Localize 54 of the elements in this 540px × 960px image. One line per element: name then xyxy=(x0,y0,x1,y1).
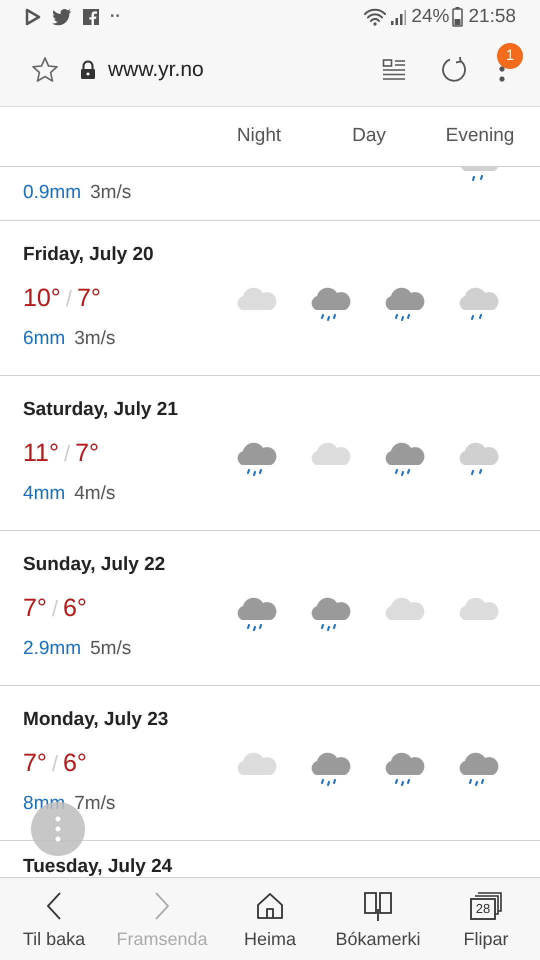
high-temperature: 11° xyxy=(23,438,59,468)
precipitation-text: 8mm xyxy=(23,792,66,816)
wind-text: 4m/s xyxy=(74,482,116,506)
url-text[interactable]: www.yr.no xyxy=(108,54,204,86)
back-icon xyxy=(47,892,61,920)
temperature-divider: / xyxy=(66,284,72,312)
low-temperature: 7° xyxy=(76,282,101,314)
home-icon xyxy=(256,892,284,920)
lock-icon xyxy=(79,60,97,80)
day-title: Saturday, July 21 xyxy=(23,398,179,422)
wifi-icon xyxy=(363,8,388,26)
temperature-divider: / xyxy=(52,750,58,778)
low-temperature: 6° xyxy=(63,592,87,624)
play-store-icon xyxy=(24,8,42,26)
day-title: Sunday, July 22 xyxy=(23,553,166,577)
bird-icon xyxy=(52,8,72,26)
more-notifications-indicator: ·· xyxy=(110,7,121,27)
high-temperature: 7° xyxy=(23,748,47,778)
nav-bookmarks-button[interactable]: Bókamerki xyxy=(324,878,432,960)
low-temperature: 7° xyxy=(75,438,99,468)
column-header: Night xyxy=(236,124,282,148)
day-title: Friday, July 20 xyxy=(23,243,155,267)
precipitation-text: 4mm xyxy=(23,482,66,506)
column-header: Day xyxy=(352,124,386,148)
battery-icon xyxy=(452,7,464,27)
notification-badge: 1 xyxy=(497,43,523,69)
nav-tabs-button[interactable]: 28 Flipar xyxy=(432,878,540,960)
tab-count: 28 xyxy=(474,900,492,918)
column-header: Evening xyxy=(446,124,514,148)
temperature-divider: / xyxy=(52,594,58,622)
wind-text: 7m/s xyxy=(74,792,116,816)
facebook-icon xyxy=(82,8,100,26)
high-temperature: 10° xyxy=(23,282,61,314)
star-icon[interactable] xyxy=(31,56,59,84)
wind-text: 3m/s xyxy=(90,181,132,206)
battery-percentage: 24% xyxy=(411,4,450,29)
wind-text: 5m/s xyxy=(90,637,132,661)
low-temperature: 6° xyxy=(63,748,87,778)
nav-back-button[interactable]: Til baka xyxy=(0,878,108,960)
high-temperature: 7° xyxy=(23,592,47,624)
wind-text: 3m/s xyxy=(74,327,116,351)
nav-home-button[interactable]: Heima xyxy=(216,878,324,960)
forward-icon xyxy=(155,892,169,920)
book-icon xyxy=(363,891,393,921)
signal-icon xyxy=(389,8,408,26)
temperature-divider: / xyxy=(64,440,70,468)
clock-time: 21:58 xyxy=(468,4,516,29)
precipitation-text: 6mm xyxy=(23,327,66,351)
day-title: Monday, July 23 xyxy=(23,708,170,732)
precipitation-text: 0.9mm xyxy=(23,181,82,206)
precipitation-text: 2.9mm xyxy=(23,637,82,661)
reader-view-icon[interactable] xyxy=(382,58,406,82)
refresh-icon[interactable] xyxy=(440,56,468,84)
day-title: Tuesday, July 24 xyxy=(23,855,174,877)
